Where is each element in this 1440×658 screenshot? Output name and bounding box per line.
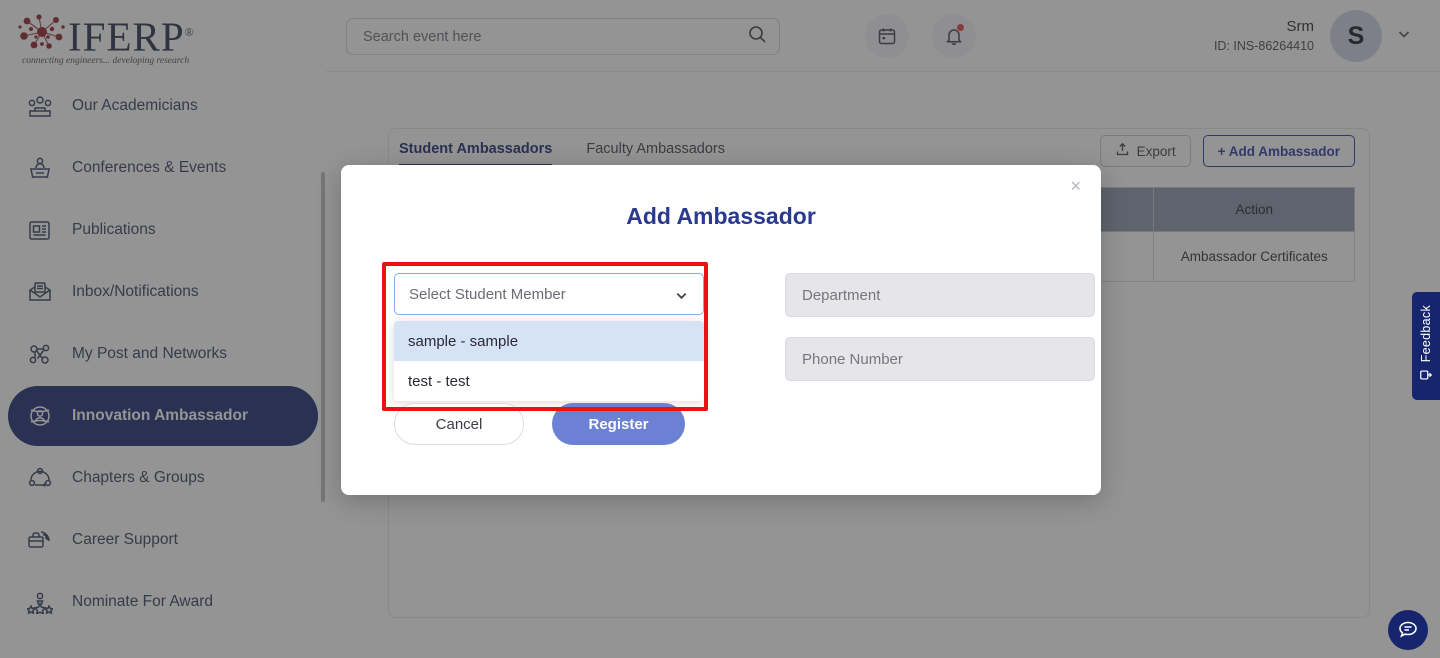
cancel-button[interactable]: Cancel xyxy=(394,403,524,445)
register-button[interactable]: Register xyxy=(552,403,685,445)
modal-title: Add Ambassador xyxy=(626,203,816,229)
student-member-select-shell: Select Student Member sample - sample te… xyxy=(382,262,708,411)
form-column-left: Select Student Member sample - sample te… xyxy=(382,262,708,411)
screen: IFERP® connecting engineers... developin… xyxy=(0,0,1440,658)
department-placeholder: Department xyxy=(802,286,881,304)
option-test[interactable]: test - test xyxy=(394,361,704,401)
modal-button-row: Cancel Register xyxy=(394,403,685,445)
feedback-label: Feedback xyxy=(1419,304,1433,363)
department-field[interactable]: Department xyxy=(785,273,1095,317)
form-column-right: Department Phone Number xyxy=(785,273,1095,381)
chevron-down-icon[interactable] xyxy=(674,288,689,307)
feedback-icon xyxy=(1419,368,1433,387)
student-member-options-menu: sample - sample test - test xyxy=(394,321,704,401)
student-member-select-value: Select Student Member xyxy=(409,285,566,303)
student-member-select[interactable]: Select Student Member xyxy=(394,273,704,315)
option-sample[interactable]: sample - sample xyxy=(394,321,704,361)
chat-bubble-icon[interactable] xyxy=(1388,610,1428,650)
phone-placeholder: Phone Number xyxy=(802,350,903,368)
feedback-tab[interactable]: Feedback xyxy=(1412,292,1440,400)
close-icon[interactable]: × xyxy=(1070,177,1081,195)
phone-number-field[interactable]: Phone Number xyxy=(785,337,1095,381)
add-ambassador-modal: × Add Ambassador Select Student Member s… xyxy=(341,165,1101,495)
